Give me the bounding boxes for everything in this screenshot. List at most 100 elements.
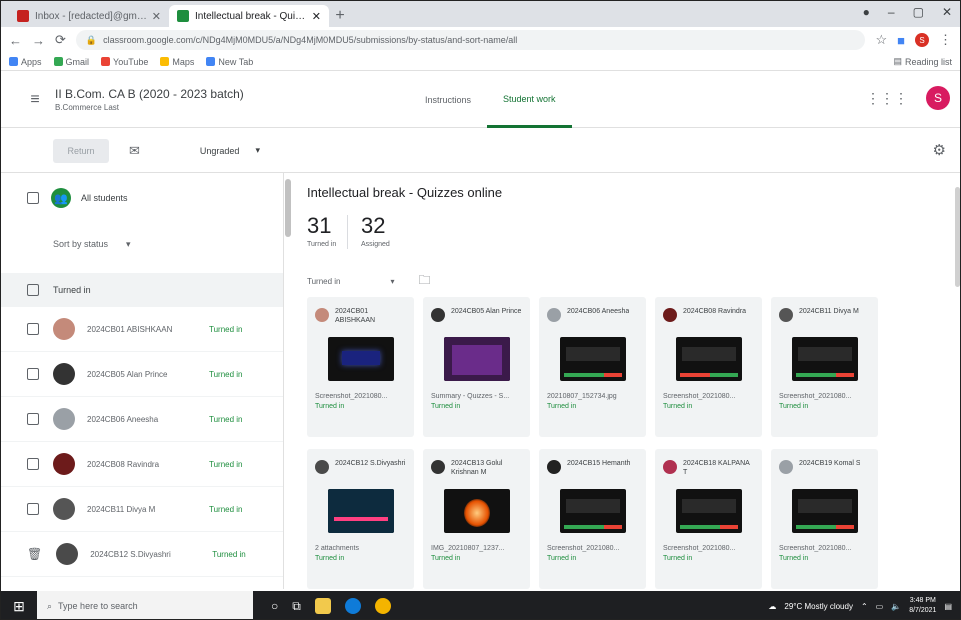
attachment-name[interactable]: Screenshot_2021080... bbox=[315, 393, 407, 400]
bookmark-gmail[interactable]: Gmail bbox=[53, 57, 89, 67]
submission-card[interactable]: 2024CB15 Hemanth Screenshot_2021080... Tur… bbox=[539, 449, 646, 589]
attachment-thumbnail[interactable] bbox=[559, 489, 626, 533]
submission-card[interactable]: 2024CB13 Golul Krishnan M IMG_20210807_12… bbox=[423, 449, 530, 589]
bookmark-apps[interactable]: Apps bbox=[9, 57, 42, 67]
browser-tab-gmail[interactable]: Inbox - [redacted]@gmail.com ✕ bbox=[9, 5, 169, 27]
folder-icon[interactable]: 🗀 bbox=[419, 271, 431, 292]
notifications-icon[interactable]: ▤ bbox=[944, 602, 952, 611]
email-icon[interactable]: ✉ bbox=[129, 143, 140, 159]
student-checkbox[interactable] bbox=[27, 323, 39, 335]
student-checkbox[interactable] bbox=[27, 413, 39, 425]
bookmark-new-tab[interactable]: New Tab bbox=[206, 57, 253, 67]
section-checkbox[interactable] bbox=[27, 284, 39, 296]
minimize-icon[interactable]: – bbox=[888, 5, 895, 19]
close-tab-icon[interactable]: ✕ bbox=[152, 10, 161, 23]
submission-card[interactable]: 2024CB18 KALPANA T Screenshot_2021080... T… bbox=[655, 449, 762, 589]
submission-card[interactable]: 2024CB06 Aneesha 20210807_152734.jpg Turne… bbox=[539, 297, 646, 437]
bookmark-star-icon[interactable]: ☆ bbox=[875, 32, 887, 48]
return-button[interactable]: Return bbox=[53, 138, 109, 163]
sort-select[interactable]: Sort by status ▾ bbox=[1, 223, 283, 265]
maximize-icon[interactable]: ▢ bbox=[913, 5, 924, 19]
student-row[interactable]: 2024CB11 Divya M Turned in bbox=[1, 487, 283, 532]
back-icon[interactable]: ← bbox=[9, 33, 22, 48]
chrome-menu-icon[interactable]: ⋮ bbox=[939, 32, 952, 48]
google-apps-icon[interactable]: ⋮⋮⋮ bbox=[866, 90, 908, 107]
all-students-row[interactable]: 👥 All students bbox=[1, 173, 283, 223]
student-row[interactable]: 2024CB05 Alan Prince Turned in bbox=[1, 352, 283, 397]
extensions-icon[interactable]: ■ bbox=[897, 33, 905, 48]
browser-tab-classroom[interactable]: Intellectual break - Quizzes onl ✕ bbox=[169, 5, 329, 27]
hamburger-menu-icon[interactable]: ≡ bbox=[15, 91, 55, 109]
weather-text[interactable]: 29°C Mostly cloudy bbox=[784, 602, 853, 611]
submission-filter[interactable]: Turned in ▾ 🗀 bbox=[307, 271, 431, 292]
cortana-icon[interactable]: ○ bbox=[271, 599, 278, 613]
student-row[interactable]: 2024CB06 Aneesha Turned in bbox=[1, 397, 283, 442]
grade-filter-select[interactable]: Ungraded ▾ bbox=[200, 145, 260, 156]
attachment-thumbnail[interactable] bbox=[791, 489, 858, 533]
attachment-thumbnail[interactable] bbox=[443, 489, 510, 533]
select-all-checkbox[interactable] bbox=[27, 192, 39, 204]
attachment-name[interactable]: Summary - Quizzes - S... bbox=[431, 393, 523, 400]
clock[interactable]: 3:48 PM 8/7/2021 bbox=[909, 596, 936, 616]
tray-arrow-icon[interactable]: ⌃ bbox=[861, 602, 868, 611]
attachment-thumbnail[interactable] bbox=[675, 489, 742, 533]
close-tab-icon[interactable]: ✕ bbox=[312, 10, 321, 23]
task-view-icon[interactable]: ⧉ bbox=[292, 599, 301, 614]
volume-icon[interactable]: 🔈 bbox=[891, 602, 901, 611]
scrollbar[interactable] bbox=[955, 187, 960, 287]
assigned-stat[interactable]: 32 Assigned bbox=[361, 213, 390, 248]
student-checkbox[interactable] bbox=[27, 368, 39, 380]
submission-card[interactable]: 2024CB19 Komal S Screenshot_2021080... Tur… bbox=[771, 449, 878, 589]
new-tab-button[interactable]: + bbox=[329, 5, 351, 27]
attachment-name[interactable]: Screenshot_2021080... bbox=[779, 393, 871, 400]
attachment-name[interactable]: Screenshot_2021080... bbox=[663, 393, 755, 400]
reload-icon[interactable]: ⟳ bbox=[55, 32, 66, 48]
tab-instructions[interactable]: Instructions bbox=[409, 72, 487, 128]
trash-icon[interactable]: 🗑 bbox=[27, 547, 42, 561]
student-row[interactable]: 2024CB08 Ravindra Turned in bbox=[1, 442, 283, 487]
chrome-icon[interactable] bbox=[374, 598, 391, 614]
student-row[interactable]: 2024CB01 ABISHKAAN Turned in bbox=[1, 307, 283, 352]
forward-icon[interactable]: → bbox=[32, 33, 45, 48]
attachment-thumbnail[interactable] bbox=[559, 337, 626, 381]
address-bar[interactable]: 🔒 classroom.google.com/c/NDg4MjM0MDU5/a/… bbox=[75, 30, 866, 50]
submission-card[interactable]: 2024CB12 S.Divyashri 2 attachments Turned … bbox=[307, 449, 414, 589]
student-checkbox[interactable] bbox=[27, 458, 39, 470]
class-title-block[interactable]: II B.Com. CA B (2020 - 2023 batch) B.Com… bbox=[55, 87, 244, 112]
attachment-name[interactable]: Screenshot_2021080... bbox=[779, 545, 871, 552]
attachment-name[interactable]: Screenshot_2021080... bbox=[663, 545, 755, 552]
gear-icon[interactable]: ⚙ bbox=[933, 141, 946, 159]
attachment-thumbnail[interactable] bbox=[327, 489, 394, 533]
submission-card[interactable]: 2024CB08 Ravindra Screenshot_2021080... Tu… bbox=[655, 297, 762, 437]
profile-icon[interactable]: ● bbox=[863, 5, 870, 19]
attachment-name[interactable]: 2 attachments bbox=[315, 545, 407, 552]
submission-card[interactable]: 2024CB11 Divya M Screenshot_2021080... Tur… bbox=[771, 297, 878, 437]
student-row[interactable]: 🗑 2024CB12 S.Divyashri Turned in bbox=[1, 532, 283, 577]
attachment-name[interactable]: Screenshot_2021080... bbox=[547, 545, 639, 552]
bookmark-maps[interactable]: Maps bbox=[160, 57, 194, 67]
bookmark-youtube[interactable]: YouTube bbox=[101, 57, 148, 67]
edge-icon[interactable] bbox=[344, 598, 361, 614]
file-explorer-icon[interactable] bbox=[314, 598, 331, 614]
network-icon[interactable]: ▭ bbox=[876, 602, 884, 611]
attachment-name[interactable]: 20210807_152734.jpg bbox=[547, 393, 639, 400]
account-avatar[interactable]: S bbox=[926, 86, 950, 110]
attachment-thumbnail[interactable] bbox=[443, 337, 510, 381]
attachment-name[interactable]: IMG_20210807_1237... bbox=[431, 545, 523, 552]
attachment-thumbnail[interactable] bbox=[675, 337, 742, 381]
turned-in-section[interactable]: Turned in bbox=[1, 273, 283, 307]
tab-student-work[interactable]: Student work bbox=[487, 72, 572, 128]
card-header: 2024CB15 Hemanth bbox=[547, 459, 638, 477]
profile-avatar[interactable]: S bbox=[915, 33, 929, 47]
turned-in-stat[interactable]: 31 Turned in bbox=[307, 213, 336, 248]
attachment-thumbnail[interactable] bbox=[791, 337, 858, 381]
student-checkbox[interactable] bbox=[27, 503, 39, 515]
attachment-thumbnail[interactable] bbox=[327, 337, 394, 381]
close-window-icon[interactable]: ✕ bbox=[942, 5, 952, 19]
submission-card[interactable]: 2024CB01 ABISHKAAN Screenshot_2021080... T… bbox=[307, 297, 414, 437]
submission-card[interactable]: 2024CB05 Alan Prince Summary - Quizzes - … bbox=[423, 297, 530, 437]
taskbar-search[interactable]: ⌕ Type here to search bbox=[37, 591, 253, 619]
card-header: 2024CB08 Ravindra bbox=[663, 307, 754, 325]
windows-start-icon[interactable]: ⊞ bbox=[1, 591, 37, 619]
reading-list[interactable]: ▤ Reading list bbox=[893, 56, 952, 67]
